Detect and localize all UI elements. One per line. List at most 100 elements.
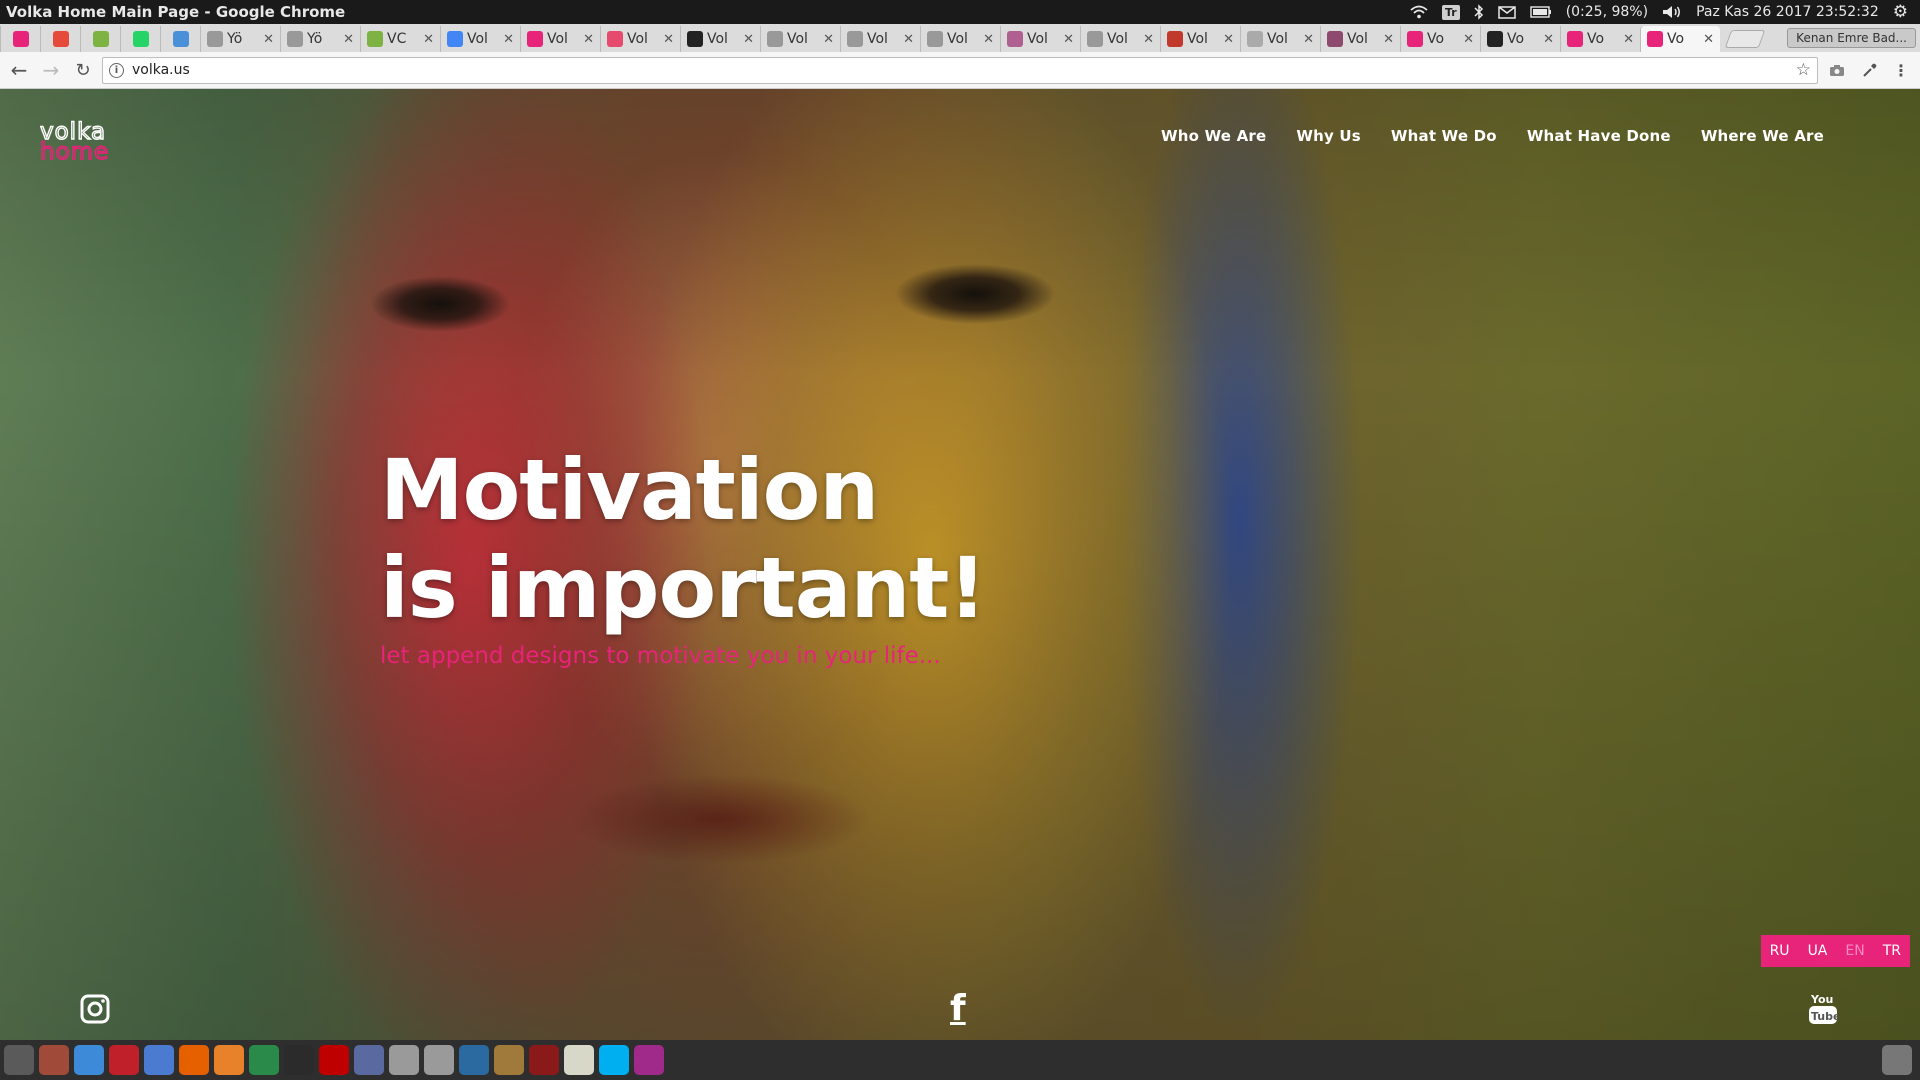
archive-icon[interactable] [494, 1045, 524, 1075]
chrome-icon[interactable] [74, 1045, 104, 1075]
tab[interactable]: Vol ✕ [600, 26, 680, 52]
lang-en[interactable]: EN [1836, 935, 1873, 967]
address-bar[interactable]: i ☆ [102, 56, 1818, 84]
tab[interactable]: Vol ✕ [440, 26, 520, 52]
vpn-icon[interactable] [459, 1045, 489, 1075]
url-input[interactable] [132, 62, 1788, 78]
media-icon[interactable] [529, 1045, 559, 1075]
chromium-icon[interactable] [144, 1045, 174, 1075]
nav-what-we-do[interactable]: What We Do [1391, 127, 1497, 145]
tab[interactable]: Vol ✕ [520, 26, 600, 52]
tab[interactable]: Vo ✕ [1560, 26, 1640, 52]
tab-pinned[interactable] [160, 26, 200, 52]
editor-icon[interactable] [564, 1045, 594, 1075]
tab-active[interactable]: Vo ✕ [1640, 26, 1720, 52]
profile-button[interactable]: Kenan Emre Bad... [1787, 28, 1916, 48]
lang-ua[interactable]: UA [1799, 935, 1837, 967]
tab[interactable]: Vol ✕ [1240, 26, 1320, 52]
clock[interactable]: Paz Kas 26 2017 23:52:32 [1696, 4, 1879, 20]
tab-pinned[interactable] [40, 26, 80, 52]
dash-home-icon[interactable] [4, 1045, 34, 1075]
tab-close-icon[interactable]: ✕ [1463, 32, 1474, 47]
tab-close-icon[interactable]: ✕ [1303, 32, 1314, 47]
filezilla-icon[interactable] [319, 1045, 349, 1075]
firefox-icon[interactable] [179, 1045, 209, 1075]
wifi-icon[interactable] [1410, 5, 1428, 19]
camera-extension-icon[interactable] [1824, 57, 1850, 83]
opera-icon[interactable] [109, 1045, 139, 1075]
network-icon[interactable] [354, 1045, 384, 1075]
tab-close-icon[interactable]: ✕ [343, 32, 354, 47]
remote-icon[interactable] [249, 1045, 279, 1075]
tab-close-icon[interactable]: ✕ [1543, 32, 1554, 47]
tab-close-icon[interactable]: ✕ [743, 32, 754, 47]
drive2-icon[interactable] [424, 1045, 454, 1075]
site-info-icon[interactable]: i [109, 62, 124, 78]
tab[interactable]: Vol ✕ [920, 26, 1000, 52]
nav-who-we-are[interactable]: Who We Are [1161, 127, 1266, 145]
tab[interactable]: Vol ✕ [1320, 26, 1400, 52]
tab[interactable]: Vol ✕ [1080, 26, 1160, 52]
tab-close-icon[interactable]: ✕ [423, 32, 434, 47]
skype-icon[interactable] [599, 1045, 629, 1075]
system-gear-icon[interactable]: ⚙ [1893, 2, 1908, 22]
tab-pinned[interactable] [0, 26, 40, 52]
reload-icon[interactable]: ↻ [70, 57, 96, 83]
forward-arrow-icon[interactable]: → [38, 57, 64, 83]
files-icon[interactable] [39, 1045, 69, 1075]
back-arrow-icon[interactable]: ← [6, 57, 32, 83]
tab-close-icon[interactable]: ✕ [1703, 32, 1714, 47]
tab-pinned[interactable] [120, 26, 160, 52]
nav-what-have-done[interactable]: What Have Done [1527, 127, 1671, 145]
volka-home-logo[interactable]: volka home [39, 118, 160, 165]
language-switcher: RU UA EN TR [1760, 935, 1910, 967]
tab[interactable]: Vol ✕ [840, 26, 920, 52]
tab-title: Yö [227, 31, 243, 47]
eyedropper-extension-icon[interactable] [1856, 57, 1882, 83]
mail-icon[interactable] [1497, 5, 1516, 19]
nav-where-we-are[interactable]: Where We Are [1701, 127, 1824, 145]
tab[interactable]: VC ✕ [360, 26, 440, 52]
tab[interactable]: Yö ✕ [280, 26, 360, 52]
tab[interactable]: Vo ✕ [1400, 26, 1480, 52]
battery-status[interactable]: (0:25, 98%) [1566, 4, 1648, 20]
tab[interactable]: Vol ✕ [1160, 26, 1240, 52]
tab-close-icon[interactable]: ✕ [1623, 32, 1634, 47]
instagram-icon[interactable] [80, 994, 110, 1028]
terminal-icon[interactable] [284, 1045, 314, 1075]
tab-close-icon[interactable]: ✕ [1143, 32, 1154, 47]
tab[interactable]: Vol ✕ [760, 26, 840, 52]
settings-icon[interactable] [214, 1045, 244, 1075]
tab-close-icon[interactable]: ✕ [663, 32, 674, 47]
tab-close-icon[interactable]: ✕ [1063, 32, 1074, 47]
lang-ru[interactable]: RU [1761, 935, 1799, 967]
chrome-menu-icon[interactable]: ⋮ [1888, 57, 1914, 83]
tab-close-icon[interactable]: ✕ [1383, 32, 1394, 47]
bookmark-star-icon[interactable]: ☆ [1796, 60, 1811, 80]
facebook-icon[interactable]: f [950, 988, 966, 1029]
app-icon[interactable] [634, 1045, 664, 1075]
tab[interactable]: Yö ✕ [200, 26, 280, 52]
bluetooth-icon[interactable] [1474, 4, 1484, 20]
tab[interactable]: Vol ✕ [680, 26, 760, 52]
trash-icon[interactable] [1882, 1045, 1912, 1075]
nav-why-us[interactable]: Why Us [1296, 127, 1361, 145]
battery-icon[interactable] [1529, 6, 1552, 18]
drive-icon[interactable] [389, 1045, 419, 1075]
tab-close-icon[interactable]: ✕ [903, 32, 914, 47]
tab-close-icon[interactable]: ✕ [583, 32, 594, 47]
tab[interactable]: Vo ✕ [1480, 26, 1560, 52]
tab-pinned[interactable] [80, 26, 120, 52]
volume-icon[interactable] [1662, 5, 1682, 19]
tab-close-icon[interactable]: ✕ [823, 32, 834, 47]
tab[interactable]: Vol ✕ [1000, 26, 1080, 52]
youtube-icon[interactable]: You Tube [1808, 992, 1840, 1030]
tab-close-icon[interactable]: ✕ [503, 32, 514, 47]
tab-close-icon[interactable]: ✕ [983, 32, 994, 47]
new-tab-button[interactable] [1724, 30, 1766, 48]
tab-close-icon[interactable]: ✕ [1223, 32, 1234, 47]
keyboard-layout-indicator[interactable]: Tr [1441, 4, 1460, 20]
dark-site-icon [687, 31, 703, 47]
lang-tr[interactable]: TR [1874, 935, 1910, 967]
tab-close-icon[interactable]: ✕ [263, 32, 274, 47]
